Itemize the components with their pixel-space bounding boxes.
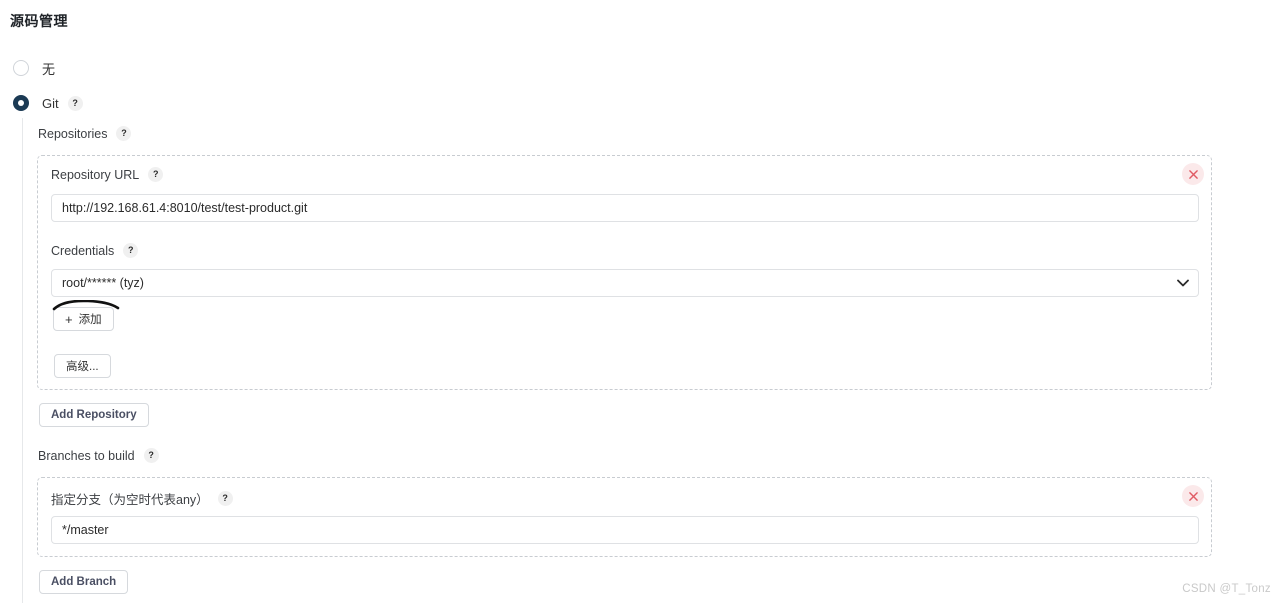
advanced-label: 高级... xyxy=(66,361,99,373)
help-icon-credentials[interactable]: ? xyxy=(123,243,139,258)
close-icon xyxy=(1188,491,1198,501)
branches-label-text: Branches to build xyxy=(38,448,135,463)
scm-option-git[interactable]: Git ? xyxy=(13,94,83,112)
help-icon-repository-url[interactable]: ? xyxy=(148,167,164,182)
close-icon xyxy=(1188,169,1198,179)
indent-guide-line xyxy=(22,118,23,603)
page-title: 源码管理 xyxy=(10,13,68,29)
add-branch-button[interactable]: Add Branch xyxy=(39,570,129,594)
credentials-label-text: Credentials xyxy=(51,243,115,258)
repositories-label-text: Repositories xyxy=(38,126,108,141)
help-icon-repositories[interactable]: ? xyxy=(116,126,132,141)
scm-option-none[interactable]: 无 xyxy=(13,59,55,77)
add-repository-button[interactable]: Add Repository xyxy=(39,403,149,427)
delete-branch-button[interactable] xyxy=(1182,485,1204,507)
add-repository-label: Add Repository xyxy=(51,409,137,421)
advanced-button[interactable]: 高级... xyxy=(54,354,111,378)
branch-specifier-input[interactable] xyxy=(51,516,1199,544)
branches-section-label: Branches to build ? xyxy=(38,448,159,463)
branch-specifier-field-wrap xyxy=(51,516,1199,544)
scm-option-none-label: 无 xyxy=(42,61,56,77)
repository-url-field-wrap xyxy=(51,194,1199,222)
credentials-field-wrap xyxy=(51,269,1199,297)
branch-specifier-label-text: 指定分支（为空时代表any） xyxy=(51,493,209,507)
repository-url-label-text: Repository URL xyxy=(51,167,140,182)
help-icon-branch-specifier[interactable]: ? xyxy=(217,491,233,506)
help-icon-git[interactable]: ? xyxy=(67,95,83,111)
plus-icon: + xyxy=(65,311,73,327)
add-credential-button[interactable]: + 添加 xyxy=(53,307,114,331)
repositories-section-label: Repositories ? xyxy=(38,126,132,141)
credentials-label: Credentials ? xyxy=(51,243,139,258)
help-icon-branches[interactable]: ? xyxy=(143,448,159,463)
branch-specifier-label: 指定分支（为空时代表any） ? xyxy=(51,489,233,508)
add-credential-label: 添加 xyxy=(78,314,102,326)
watermark: CSDN @T_Tonz xyxy=(1182,583,1271,595)
repository-url-input[interactable] xyxy=(51,194,1199,222)
add-branch-label: Add Branch xyxy=(51,576,117,588)
radio-none[interactable] xyxy=(13,60,29,76)
scm-option-git-label: Git xyxy=(42,95,59,111)
radio-git[interactable] xyxy=(13,95,29,111)
delete-repository-button[interactable] xyxy=(1182,163,1204,185)
credentials-select[interactable] xyxy=(51,269,1199,297)
repository-url-label: Repository URL ? xyxy=(51,167,164,182)
